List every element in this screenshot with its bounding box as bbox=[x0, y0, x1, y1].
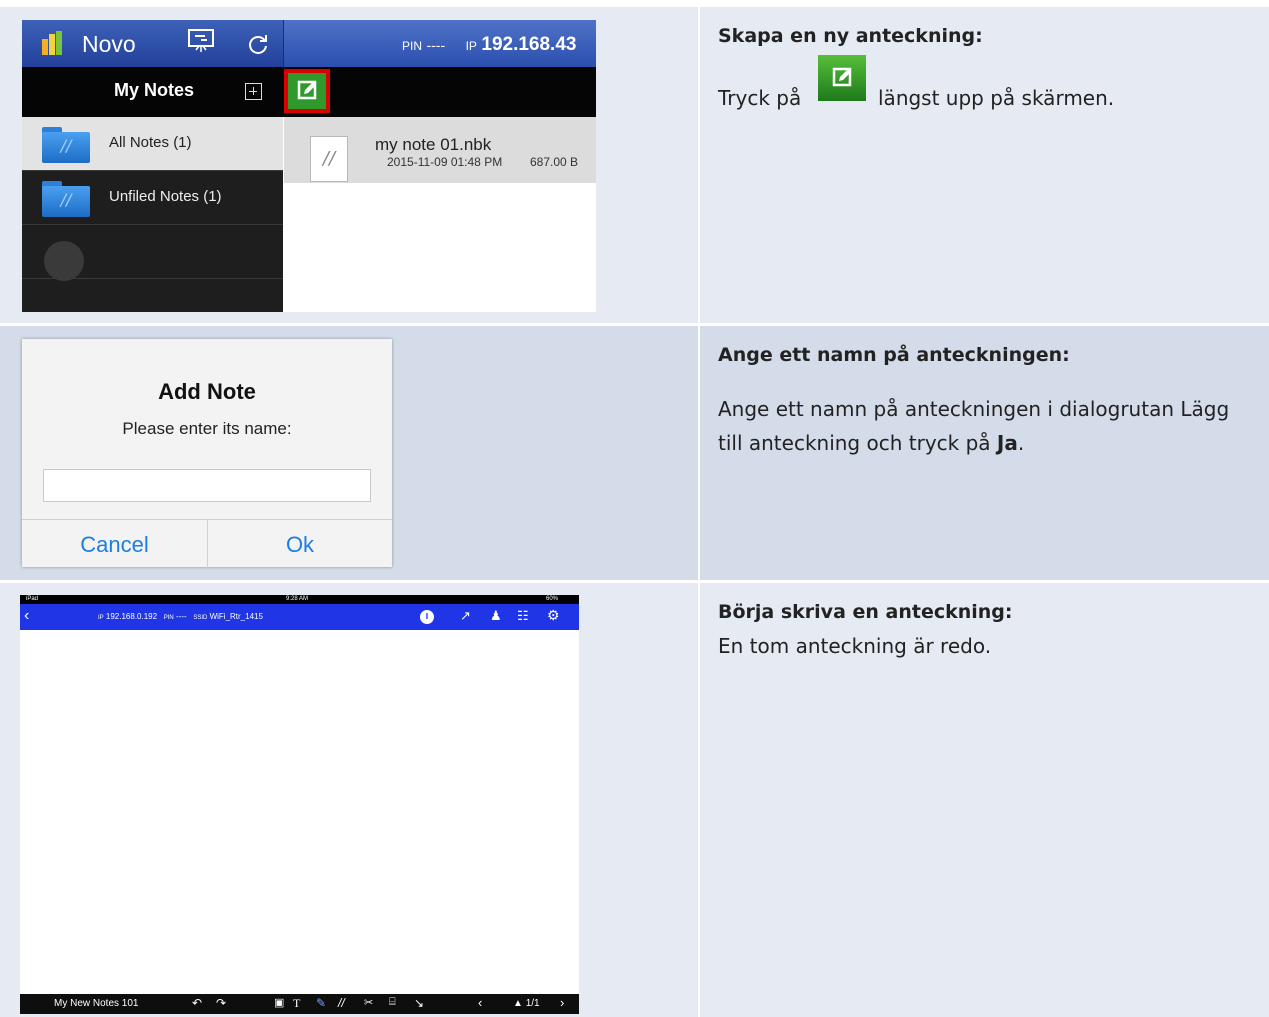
note-name: My New Notes 101 bbox=[54, 998, 139, 1009]
row3-text: Börja skriva en anteckning: En tom antec… bbox=[718, 595, 1255, 663]
new-note-button[interactable] bbox=[284, 69, 330, 113]
row3-heading: Börja skriva en anteckning: bbox=[718, 601, 1013, 623]
row1-text-after: längst upp på skärmen. bbox=[878, 86, 1115, 110]
folder-icon: // bbox=[42, 127, 90, 163]
notes-toolbar: My Notes bbox=[22, 67, 596, 117]
file-size: 687.00 B bbox=[530, 155, 579, 169]
prev-page-icon[interactable]: ‹ bbox=[478, 995, 482, 1010]
novo-notes-screenshot: Novo PIN ---- IP 192.168.43 My Notes // … bbox=[22, 20, 596, 312]
pin-ip-display: PIN ---- IP 192.168.43 bbox=[402, 34, 577, 55]
add-folder-button[interactable] bbox=[245, 83, 262, 100]
pen-icon[interactable]: ✎ bbox=[316, 996, 326, 1010]
dialog-title: Add Note bbox=[158, 379, 256, 404]
edit-icon bbox=[297, 80, 317, 100]
folder-item-unfiled-notes[interactable]: // Unfiled Notes (1) bbox=[22, 171, 283, 225]
row3-body: En tom anteckning är redo. bbox=[718, 634, 992, 658]
blank-note-screenshot: iPad 9:28 AM 60% ‹ IP 192.168.0.192 PIN … bbox=[20, 595, 579, 1014]
pointer-icon[interactable]: ↘ bbox=[414, 996, 424, 1010]
manual-page: Novo PIN ---- IP 192.168.43 My Notes // … bbox=[0, 0, 1269, 1017]
row1-text: Skapa en ny anteckning: Tryck på längst … bbox=[718, 19, 1255, 115]
app-name: Novo bbox=[82, 31, 136, 57]
note-name-input[interactable] bbox=[43, 469, 371, 502]
note-bottom-toolbar: My New Notes 101 ↶ ↷ ▣ T ✎ // ✂ ⌸ ↘ ‹ ▲ … bbox=[20, 994, 579, 1014]
undo-icon[interactable]: ↶ bbox=[192, 996, 202, 1010]
folder-icon: // bbox=[42, 181, 90, 217]
file-date: 2015-11-09 01:48 PM bbox=[387, 155, 503, 169]
new-note-icon-inline bbox=[818, 55, 866, 101]
page-indicator: ▲ 1/1 bbox=[513, 998, 540, 1009]
folder-label: All Notes (1) bbox=[109, 134, 192, 151]
add-note-dialog: Add Note Please enter its name: Cancel O… bbox=[22, 339, 392, 568]
grid-icon[interactable]: ☷ bbox=[517, 608, 529, 624]
row2-body: Ange ett namn på anteckningen i dialogru… bbox=[718, 397, 1230, 455]
image-icon[interactable]: ▣ bbox=[274, 996, 284, 1009]
folder-item-all-notes[interactable]: // All Notes (1) bbox=[22, 117, 283, 171]
row2-image-cell: Add Note Please enter its name: Cancel O… bbox=[0, 326, 698, 580]
row3-image-cell: iPad 9:28 AM 60% ‹ IP 192.168.0.192 PIN … bbox=[0, 583, 698, 1017]
assistive-touch-icon[interactable] bbox=[44, 241, 84, 281]
dialog-buttons: Cancel Ok bbox=[22, 519, 392, 568]
my-notes-title: My Notes bbox=[114, 80, 195, 100]
presentation-icon[interactable] bbox=[187, 28, 215, 52]
row1-heading: Skapa en ny anteckning: bbox=[718, 25, 983, 47]
attach-icon[interactable]: ↗ bbox=[460, 608, 471, 624]
folder-label: Unfiled Notes (1) bbox=[109, 188, 222, 205]
trash-icon[interactable]: ⌸ bbox=[389, 996, 396, 1009]
connection-info: IP 192.168.0.192 PIN ---- SSID WiFi_Rtr_… bbox=[98, 612, 263, 621]
refresh-icon[interactable] bbox=[246, 32, 270, 56]
note-canvas[interactable] bbox=[20, 630, 579, 994]
row2-text-cell: Ange ett namn på anteckningen: Ange ett … bbox=[700, 326, 1269, 580]
file-name: my note 01.nbk bbox=[375, 135, 492, 154]
cancel-button[interactable]: Cancel bbox=[22, 520, 208, 568]
pause-icon[interactable]: ‖ bbox=[420, 610, 434, 624]
eraser-icon[interactable]: ✂ bbox=[364, 996, 373, 1009]
ios-status-bar: iPad 9:28 AM 60% bbox=[20, 595, 579, 604]
settings-icon[interactable]: ⚙ bbox=[547, 607, 560, 624]
row1-image-cell: Novo PIN ---- IP 192.168.43 My Notes // … bbox=[0, 7, 698, 323]
back-icon[interactable]: ‹ bbox=[24, 607, 29, 625]
folder-sidebar: // All Notes (1) // Unfiled Notes (1) bbox=[22, 117, 283, 312]
brush-icon[interactable]: // bbox=[338, 996, 345, 1010]
row3-text-cell: Börja skriva en anteckning: En tom antec… bbox=[700, 583, 1269, 1017]
row1-text-cell: Skapa en ny anteckning: Tryck på längst … bbox=[700, 7, 1269, 323]
ok-button[interactable]: Ok bbox=[208, 520, 392, 568]
note-top-bar: ‹ IP 192.168.0.192 PIN ---- SSID WiFi_Rt… bbox=[20, 604, 579, 630]
empty-sidebar-row bbox=[22, 225, 283, 281]
novo-left-top-bar: Novo bbox=[22, 20, 284, 67]
row1-text-before: Tryck på bbox=[718, 86, 802, 110]
novo-logo-icon bbox=[42, 31, 62, 55]
note-file-icon: // bbox=[310, 136, 348, 182]
next-page-icon[interactable]: › bbox=[560, 995, 564, 1010]
users-icon[interactable]: ♟ bbox=[490, 608, 502, 624]
row2-text: Ange ett namn på anteckningen: Ange ett … bbox=[718, 338, 1255, 460]
text-icon[interactable]: T bbox=[293, 996, 300, 1011]
row2-heading: Ange ett namn på anteckningen: bbox=[718, 344, 1070, 366]
redo-icon[interactable]: ↷ bbox=[216, 996, 226, 1010]
dialog-message: Please enter its name: bbox=[122, 419, 292, 438]
